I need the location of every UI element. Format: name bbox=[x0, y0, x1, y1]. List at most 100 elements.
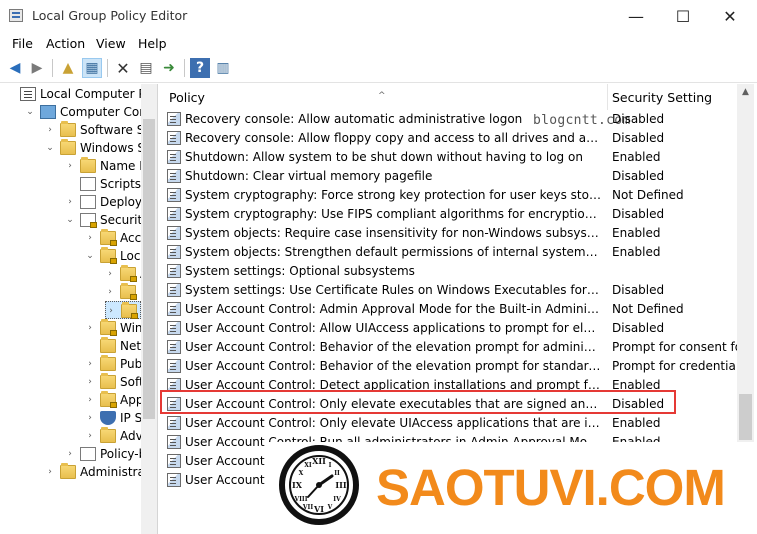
expand-chevron-icon[interactable] bbox=[85, 341, 95, 351]
expand-chevron-icon[interactable] bbox=[5, 89, 15, 99]
collapse-chevron-icon[interactable]: ⌄ bbox=[25, 107, 35, 117]
expand-chevron-icon[interactable]: › bbox=[105, 287, 115, 297]
show-action-pane-icon[interactable]: ▥ bbox=[213, 58, 233, 78]
menu-help[interactable]: Help bbox=[138, 36, 167, 51]
column-header-setting[interactable]: Security Setting bbox=[607, 84, 737, 110]
policy-row[interactable]: System settings: Optional subsystems bbox=[162, 262, 757, 281]
expand-chevron-icon[interactable]: › bbox=[85, 377, 95, 387]
group-policy-editor-window: Local Group Policy Editor — ☐ ✕ File Act… bbox=[0, 0, 757, 534]
policy-row[interactable]: Shutdown: Clear virtual memory pagefile D… bbox=[162, 167, 757, 186]
locked-folder-icon bbox=[100, 391, 117, 408]
policy-setting-icon bbox=[167, 245, 181, 259]
svg-text:IX: IX bbox=[292, 480, 303, 490]
expand-chevron-icon[interactable]: › bbox=[65, 161, 75, 171]
policy-setting-icon bbox=[167, 454, 181, 468]
policy-row[interactable]: System settings: Use Certificate Rules o… bbox=[162, 281, 757, 300]
expand-chevron-icon[interactable]: › bbox=[85, 413, 95, 423]
close-button[interactable]: ✕ bbox=[707, 0, 753, 32]
expand-chevron-icon[interactable]: › bbox=[85, 233, 95, 243]
policy-setting-icon bbox=[167, 112, 181, 126]
locked-folder-icon bbox=[100, 247, 117, 264]
svg-text:XI: XI bbox=[304, 462, 312, 469]
policy-row[interactable]: Shutdown: Allow system to be shut down w… bbox=[162, 148, 757, 167]
tree-scrollbar[interactable] bbox=[141, 84, 157, 534]
policy-row[interactable]: User Account Control: Allow UIAccess app… bbox=[162, 319, 757, 338]
locked-folder-icon bbox=[120, 265, 137, 282]
collapse-chevron-icon[interactable]: ⌄ bbox=[65, 215, 75, 225]
toolbar-separator bbox=[107, 59, 108, 77]
logo-text: SAOTUVI.COM bbox=[376, 459, 726, 516]
expand-chevron-icon[interactable]: › bbox=[85, 323, 95, 333]
policy-name: User Account Control: Allow UIAccess app… bbox=[185, 321, 601, 335]
policy-row[interactable]: System cryptography: Use FIPS compliant … bbox=[162, 205, 757, 224]
expand-chevron-icon[interactable]: › bbox=[65, 197, 75, 207]
policy-row[interactable]: User Account Control: Admin Approval Mod… bbox=[162, 300, 757, 319]
policy-name: Shutdown: Clear virtual memory pagefile bbox=[185, 169, 433, 183]
svg-text:VII: VII bbox=[302, 504, 313, 511]
policy-row[interactable]: System cryptography: Force strong key pr… bbox=[162, 186, 757, 205]
toolbar-separator bbox=[184, 59, 185, 77]
policy-name: System objects: Require case insensitivi… bbox=[185, 226, 601, 240]
expand-chevron-icon[interactable]: › bbox=[65, 449, 75, 459]
policy-setting-icon bbox=[167, 226, 181, 240]
security-setting-value: Prompt for consent for bbox=[612, 340, 742, 354]
column-header-policy[interactable]: Policy ^ bbox=[162, 84, 608, 110]
export-list-icon[interactable]: ➜ bbox=[159, 58, 179, 78]
security-setting-value: Disabled bbox=[612, 207, 665, 221]
collapse-chevron-icon[interactable]: ⌄ bbox=[85, 251, 95, 261]
policy-setting-icon bbox=[167, 359, 181, 373]
scroll-up-arrow-icon[interactable]: ▲ bbox=[737, 84, 754, 101]
policy-row[interactable]: Recovery console: Allow floppy copy and … bbox=[162, 129, 757, 148]
collapse-chevron-icon[interactable]: ⌄ bbox=[45, 143, 55, 153]
policy-setting-icon bbox=[167, 340, 181, 354]
policy-setting-icon bbox=[167, 264, 181, 278]
tree-item[interactable]: ›Sec bbox=[105, 301, 157, 319]
minimize-button[interactable]: — bbox=[613, 0, 659, 32]
properties-icon[interactable]: ▤ bbox=[136, 58, 156, 78]
policy-setting-icon bbox=[167, 150, 181, 164]
menu-view[interactable]: View bbox=[96, 36, 126, 51]
svg-text:XII: XII bbox=[312, 456, 326, 466]
expand-chevron-icon[interactable]: › bbox=[45, 125, 55, 135]
policy-row[interactable]: User Account Control: Only elevate UIAcc… bbox=[162, 414, 757, 433]
policy-row[interactable]: User Account Control: Behavior of the el… bbox=[162, 357, 757, 376]
policy-setting-icon bbox=[167, 416, 181, 430]
help-icon[interactable]: ? bbox=[190, 58, 210, 78]
clock-icon: XII III VI IX I II IV V VII VIII X XI bbox=[279, 445, 359, 525]
menu-action[interactable]: Action bbox=[46, 36, 85, 51]
security-setting-value: Disabled bbox=[612, 112, 665, 126]
column-header-policy-label: Policy bbox=[169, 90, 205, 105]
show-hide-tree-icon[interactable]: ▦ bbox=[82, 58, 102, 78]
tree-scrollbar-thumb[interactable] bbox=[143, 119, 155, 419]
up-folder-icon[interactable]: ▲ bbox=[58, 58, 78, 78]
policy-icon bbox=[20, 87, 36, 101]
forward-arrow-icon[interactable]: ▶ bbox=[27, 58, 47, 78]
expand-chevron-icon[interactable]: › bbox=[45, 467, 55, 477]
expand-chevron-icon[interactable]: › bbox=[105, 269, 115, 279]
expand-chevron-icon[interactable] bbox=[65, 179, 75, 189]
folder-icon bbox=[100, 337, 116, 353]
delete-icon[interactable]: ✕ bbox=[113, 58, 133, 78]
menu-file[interactable]: File bbox=[12, 36, 33, 51]
sort-ascending-icon: ^ bbox=[378, 91, 386, 101]
policy-name: User Account Control: Behavior of the el… bbox=[185, 340, 601, 354]
security-setting-value: Enabled bbox=[612, 245, 661, 259]
chart-icon bbox=[80, 447, 96, 461]
policy-name: Recovery console: Allow automatic admini… bbox=[185, 112, 523, 126]
policy-row[interactable]: System objects: Require case insensitivi… bbox=[162, 224, 757, 243]
maximize-button[interactable]: ☐ bbox=[660, 0, 706, 32]
policy-setting-icon bbox=[167, 169, 181, 183]
policy-row[interactable]: User Account Control: Behavior of the el… bbox=[162, 338, 757, 357]
security-setting-value: Enabled bbox=[612, 226, 661, 240]
expand-chevron-icon[interactable]: › bbox=[85, 359, 95, 369]
list-scrollbar-thumb[interactable] bbox=[739, 394, 752, 440]
back-arrow-icon[interactable]: ◀ bbox=[5, 58, 25, 78]
toolbar-separator bbox=[52, 59, 53, 77]
policy-row[interactable]: System objects: Strengthen default permi… bbox=[162, 243, 757, 262]
expand-chevron-icon[interactable]: › bbox=[106, 306, 116, 316]
security-setting-value: Disabled bbox=[612, 283, 665, 297]
policy-name: User Account Control: Only elevate UIAcc… bbox=[185, 416, 601, 430]
expand-chevron-icon[interactable]: › bbox=[85, 395, 95, 405]
expand-chevron-icon[interactable]: › bbox=[85, 431, 95, 441]
policy-row[interactable]: Recovery console: Allow automatic admini… bbox=[162, 110, 757, 129]
